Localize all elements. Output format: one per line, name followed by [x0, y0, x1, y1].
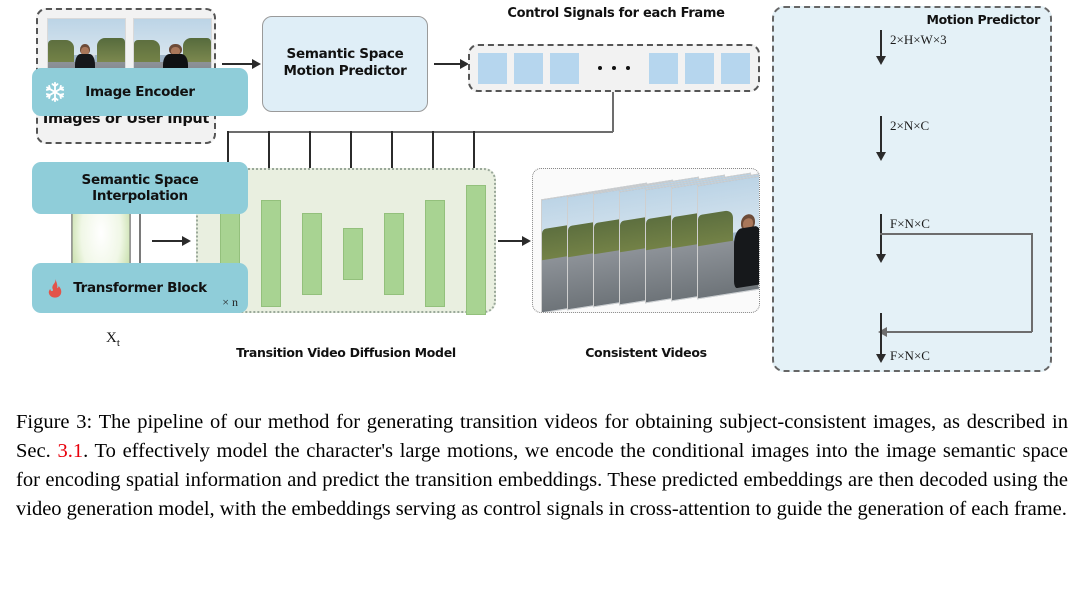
mp-input-arrow: [875, 56, 886, 65]
image-encoder-block: Image Encoder: [32, 68, 248, 116]
mp-line-encoder-to-interp: [880, 116, 882, 154]
control-signals-box: [468, 44, 760, 92]
unet-bar: [425, 200, 445, 307]
tensor-label-mid: 2×N×C: [890, 118, 930, 133]
mp-output-line: [880, 313, 882, 358]
figure-diagram: Generated Consistent Images or User Inpu…: [0, 0, 1080, 395]
diffusion-model-label: Transition Video Diffusion Model: [236, 345, 456, 360]
unet-bar: [261, 200, 281, 307]
arrow-latent-to-diffusion-head: [182, 235, 191, 246]
latent-label-base: X: [106, 330, 117, 346]
image-encoder-label: Image Encoder: [85, 83, 195, 100]
control-chip: [514, 52, 543, 84]
control-signals-title: Control Signals for each Frame: [507, 6, 725, 21]
mp-line-interp-to-transformer: [880, 214, 882, 256]
control-chip: [721, 52, 750, 84]
arrow-predictor-to-control-line: [434, 63, 462, 65]
figure-caption: Figure 3: The pipeline of our method for…: [16, 408, 1068, 524]
ssmp-line1: Semantic Space: [286, 46, 404, 62]
unet-bar: [466, 185, 486, 315]
residual-loop-right: [1031, 233, 1033, 332]
caption-section-reference[interactable]: 3.1: [57, 440, 83, 462]
caption-text-part2: . To effectively model the character's l…: [16, 440, 1068, 521]
consistent-videos-label: Consistent Videos: [585, 345, 707, 360]
unet-bar: [302, 213, 322, 295]
semantic-space-interpolation-block: Semantic Space Interpolation: [32, 162, 248, 214]
interp-line2: Interpolation: [92, 188, 188, 204]
unet-bar: [384, 213, 404, 295]
arrow-input-to-predictor-line: [222, 63, 254, 65]
mp-arrow-encoder-to-interp: [875, 152, 886, 161]
snowflake-icon: [44, 81, 66, 103]
unet-bar: [343, 228, 363, 280]
control-chip: [478, 52, 507, 84]
mp-output-arrow: [875, 354, 886, 363]
transformer-block-label: Transformer Block: [73, 279, 207, 296]
tensor-label-input: 2×H×W×3: [890, 32, 947, 47]
latent-label-sub: t: [116, 337, 120, 349]
latent-label: Xt: [58, 330, 168, 349]
mp-arrow-interp-to-transformer: [875, 254, 886, 263]
control-chip: [649, 52, 678, 84]
interp-label: Semantic Space Interpolation: [82, 172, 199, 204]
transformer-block: Transformer Block × n: [32, 263, 248, 313]
arrow-diffusion-to-videos-line: [498, 240, 524, 242]
arrow-input-to-predictor-head: [252, 58, 261, 69]
interp-line1: Semantic Space: [81, 171, 199, 188]
control-chip: [685, 52, 714, 84]
mp-input-line: [880, 30, 882, 58]
control-bus-horizontal: [227, 131, 613, 133]
residual-loop-top: [880, 233, 1032, 235]
ellipsis-dots: [586, 66, 642, 70]
residual-loop-bottom: [886, 331, 1032, 333]
motion-predictor-title: Motion Predictor: [926, 12, 1041, 27]
motion-predictor-panel: [772, 6, 1052, 372]
semantic-space-motion-predictor-label: Semantic Space Motion Predictor: [262, 46, 428, 80]
tensor-label-loop-in: F×N×C: [890, 216, 930, 231]
arrow-latent-to-diffusion-line: [152, 240, 184, 242]
repeat-count-badge: × n: [222, 295, 238, 309]
arrow-diffusion-to-videos-head: [522, 235, 531, 246]
consistent-videos-box: [532, 168, 760, 313]
tensor-label-output: F×N×C: [890, 348, 930, 363]
control-chip: [550, 52, 579, 84]
control-bus-drop: [612, 92, 614, 132]
flame-icon: [44, 277, 66, 299]
caption-figure-number: Figure 3:: [16, 411, 93, 433]
video-frame: [697, 169, 759, 300]
ssmp-line2: Motion Predictor: [283, 62, 407, 79]
